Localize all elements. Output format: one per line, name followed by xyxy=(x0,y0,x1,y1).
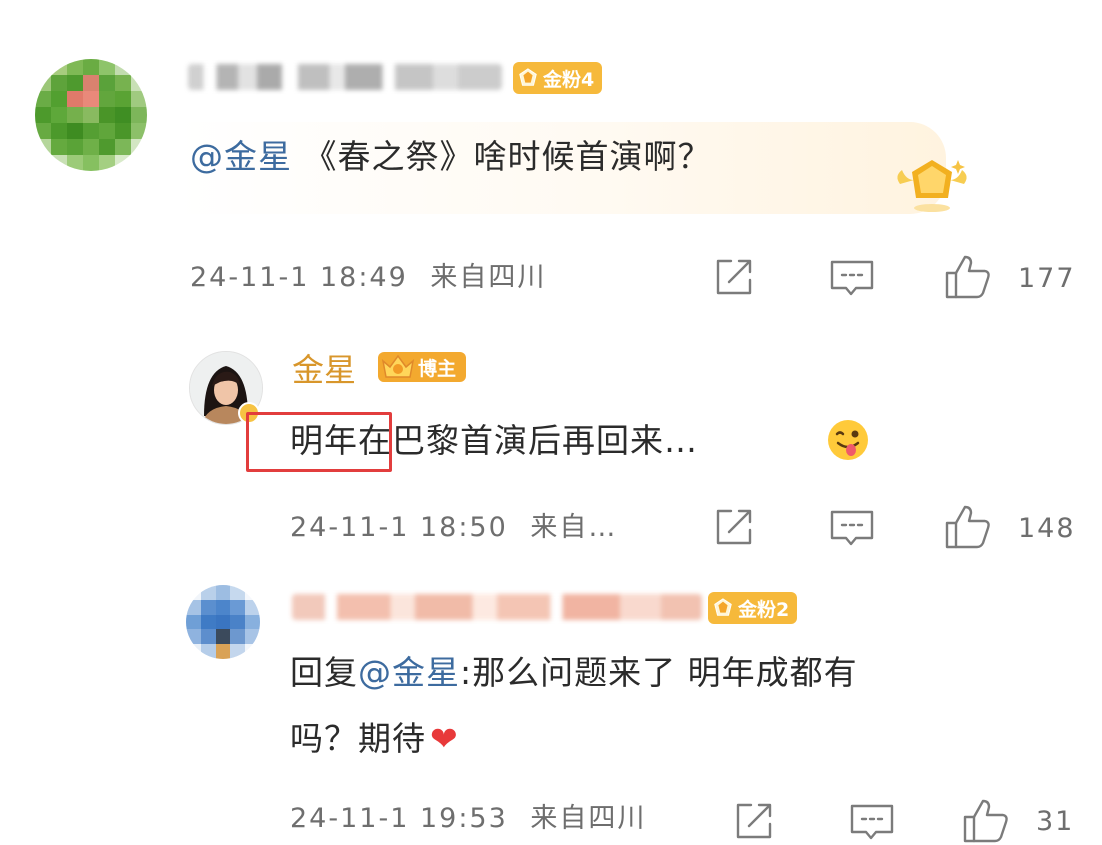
timestamp: 24-11-1 19:53 xyxy=(290,803,508,834)
fan-badge-3[interactable]: 金粉2 xyxy=(708,592,798,624)
avatar-commenter-3[interactable] xyxy=(186,585,260,659)
share-icon[interactable] xyxy=(733,800,775,842)
mention-link[interactable]: @金星 xyxy=(190,137,292,176)
timestamp: 24-11-1 18:49 xyxy=(190,262,408,293)
comment-body: 吗？期待 xyxy=(290,719,426,758)
avatar-commenter-1[interactable] xyxy=(35,59,147,171)
reply-prefix: 回复 xyxy=(290,653,358,692)
location: 来自四川 xyxy=(530,803,647,834)
comment-body: 《春之祭》啥时候首演啊？ xyxy=(292,137,712,176)
gem-icon xyxy=(519,68,537,86)
like-icon[interactable] xyxy=(962,797,1010,845)
like-count: 31 xyxy=(1036,806,1075,837)
like-icon[interactable] xyxy=(944,253,992,301)
comment-body: 在巴黎首演后再回来… xyxy=(358,421,698,460)
comment-icon[interactable] xyxy=(829,259,875,299)
crown-icon xyxy=(381,354,415,378)
comment-icon[interactable] xyxy=(829,509,875,549)
comment-text-2: 明年在巴黎首演后再回来… xyxy=(290,424,698,457)
like-count: 148 xyxy=(1018,513,1076,544)
comment-boxed-text: 明年 xyxy=(290,421,358,460)
comment-meta-1: 24-11-1 18:49 来自四川 xyxy=(190,264,546,291)
share-icon[interactable] xyxy=(713,256,755,298)
username-blurred-3[interactable] xyxy=(292,594,702,620)
host-badge-label: 博主 xyxy=(418,357,457,380)
like-count: 177 xyxy=(1018,263,1076,294)
share-icon[interactable] xyxy=(713,506,755,548)
wink-tongue-emoji xyxy=(826,418,870,462)
fan-badge-label: 金粉2 xyxy=(738,598,790,621)
host-badge: 博主 xyxy=(378,352,467,382)
location: 来自四川 xyxy=(430,262,547,293)
heart-emoji: ❤ xyxy=(430,719,459,758)
fan-badge-label: 金粉4 xyxy=(543,68,595,91)
comment-text-3-line1: 回复@金星:那么问题来了 明年成都有 xyxy=(290,656,858,689)
location: 来自… xyxy=(530,512,618,543)
comment-icon[interactable] xyxy=(849,803,895,843)
gold-medal-icon xyxy=(892,150,972,220)
comment-meta-2: 24-11-1 18:50 来自… xyxy=(290,514,617,541)
like-icon[interactable] xyxy=(944,503,992,551)
gem-icon xyxy=(714,598,732,616)
fan-badge-1[interactable]: 金粉4 xyxy=(513,62,603,94)
comment-text-1: @金星 《春之祭》啥时候首演啊？ xyxy=(190,140,712,173)
author-name[interactable]: 金星 xyxy=(292,354,356,386)
comment-text-3-line2: 吗？期待 ❤ xyxy=(290,722,459,755)
username-blurred-1[interactable] xyxy=(188,64,502,90)
mention-link[interactable]: @金星 xyxy=(358,653,460,692)
comment-body: :那么问题来了 明年成都有 xyxy=(460,653,858,692)
timestamp: 24-11-1 18:50 xyxy=(290,512,508,543)
